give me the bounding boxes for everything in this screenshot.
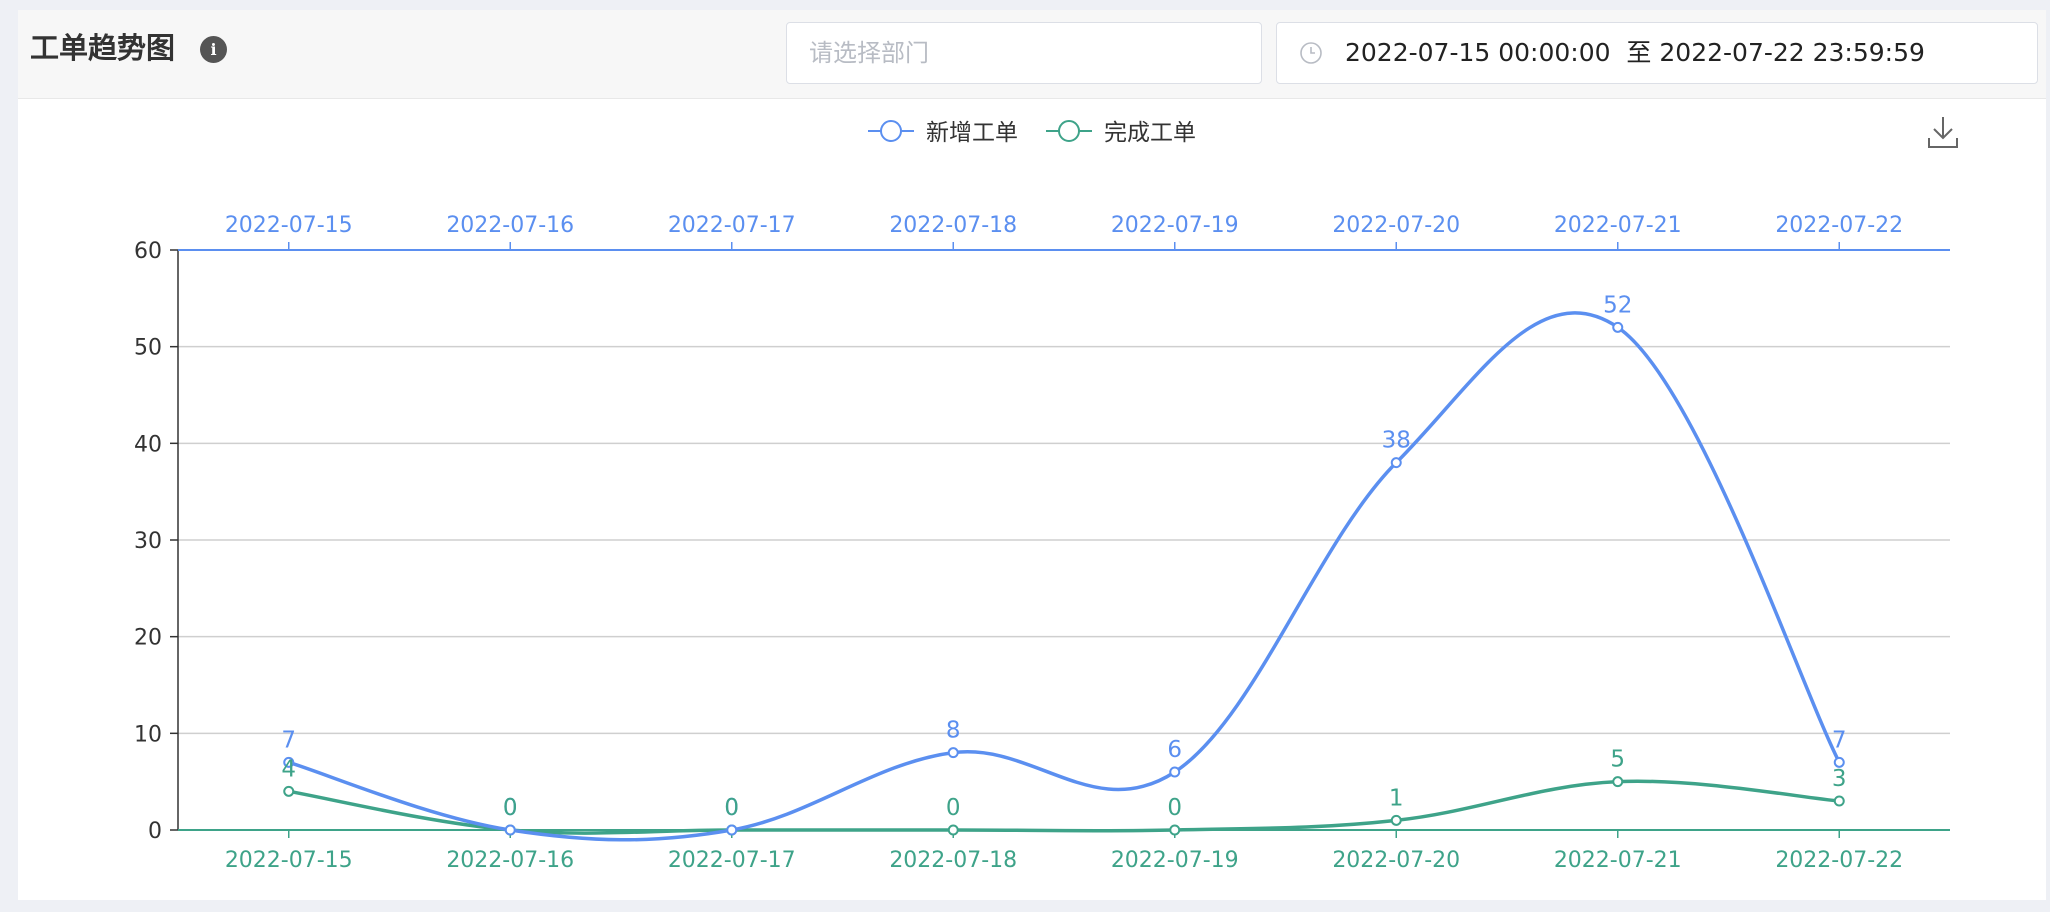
data-point [947, 747, 959, 759]
data-label: 3 [1832, 766, 1847, 792]
series-line-1 [288, 779, 1840, 835]
y-tick-label: 10 [134, 722, 162, 747]
date-start: 2022-07-15 00:00:00 [1345, 38, 1611, 67]
data-point [283, 785, 295, 797]
panel-header: 工单趋势图 i 请选择部门 2022-07-15 00:00:00 至 2022… [18, 10, 2046, 99]
legend-marker [880, 120, 902, 142]
x-tick-label-top: 2022-07-19 [1111, 213, 1239, 238]
y-tick-label: 60 [134, 239, 162, 264]
x-tick-label-bottom: 2022-07-17 [668, 848, 796, 873]
x-tick-label-bottom: 2022-07-21 [1554, 848, 1682, 873]
date-range-picker[interactable]: 2022-07-15 00:00:00 至 2022-07-22 23:59:5… [1276, 22, 2038, 84]
x-tick-label-top: 2022-07-21 [1554, 213, 1682, 238]
data-label: 0 [1167, 795, 1182, 821]
data-label: 7 [1832, 727, 1847, 753]
data-point [1390, 814, 1402, 826]
date-separator: 至 [1626, 38, 1652, 67]
x-tick-label-bottom: 2022-07-18 [889, 848, 1017, 873]
chart-panel: 工单趋势图 i 请选择部门 2022-07-15 00:00:00 至 2022… [18, 10, 2046, 900]
data-label: 1 [1389, 785, 1404, 811]
x-tick-label-top: 2022-07-15 [225, 213, 353, 238]
y-tick-label: 40 [134, 432, 162, 457]
x-tick-label-top: 2022-07-16 [446, 213, 574, 238]
x-tick-label-bottom: 2022-07-16 [446, 848, 574, 873]
data-point [1833, 795, 1845, 807]
data-point [1169, 824, 1181, 836]
data-label: 38 [1382, 428, 1411, 454]
department-select[interactable]: 请选择部门 [786, 22, 1262, 84]
x-tick-label-top: 2022-07-18 [889, 213, 1017, 238]
data-point [504, 824, 516, 836]
legend-marker [1058, 120, 1080, 142]
x-tick-label-top: 2022-07-20 [1332, 213, 1460, 238]
x-tick-label-bottom: 2022-07-19 [1111, 848, 1239, 873]
data-point [1612, 776, 1624, 788]
x-tick-label-bottom: 2022-07-20 [1332, 848, 1460, 873]
data-point [947, 824, 959, 836]
data-point [726, 824, 738, 836]
data-label: 52 [1603, 292, 1632, 318]
date-end: 2022-07-22 23:59:59 [1659, 38, 1925, 67]
legend-item-0[interactable]: 新增工单 [868, 120, 1018, 146]
date-range-text: 2022-07-15 00:00:00 至 2022-07-22 23:59:5… [1345, 23, 1925, 83]
legend-label: 新增工单 [926, 120, 1018, 146]
department-select-placeholder: 请选择部门 [809, 39, 929, 67]
data-point [1169, 766, 1181, 778]
x-tick-label-bottom: 2022-07-15 [225, 848, 353, 873]
y-tick-label: 0 [148, 819, 162, 844]
x-tick-label-bottom: 2022-07-22 [1775, 848, 1903, 873]
data-label: 0 [503, 795, 518, 821]
line-chart: 新增工单 完成工单01020304050602022-07-152022-07-1… [134, 120, 1950, 873]
data-label: 0 [724, 795, 739, 821]
legend-item-1[interactable]: 完成工单 [1046, 120, 1196, 146]
data-label: 7 [281, 727, 296, 753]
data-point [1390, 457, 1402, 469]
legend-label: 完成工单 [1104, 120, 1196, 146]
data-label: 8 [946, 718, 961, 744]
x-tick-label-top: 2022-07-22 [1775, 213, 1903, 238]
data-label: 5 [1610, 747, 1625, 773]
clock-icon [1300, 42, 1322, 64]
data-label: 0 [946, 795, 961, 821]
data-point [1612, 321, 1624, 333]
data-label: 4 [281, 756, 296, 782]
series-line-0 [288, 311, 1841, 842]
y-tick-label: 30 [134, 529, 162, 554]
data-label: 6 [1167, 737, 1182, 763]
x-tick-label-top: 2022-07-17 [668, 213, 796, 238]
y-tick-label: 20 [134, 626, 162, 651]
page-title: 工单趋势图 [30, 31, 176, 65]
y-tick-label: 50 [134, 336, 162, 361]
info-icon[interactable]: i [200, 36, 227, 63]
